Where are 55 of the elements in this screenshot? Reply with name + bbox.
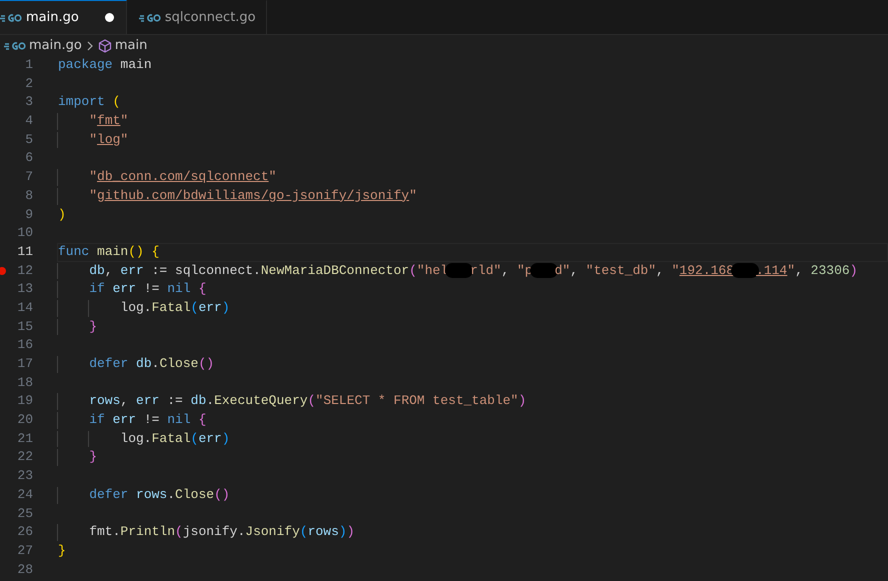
- line-number: 22: [16, 448, 33, 466]
- code-line: import (: [57, 93, 122, 112]
- code-line: rows, err := db.ExecuteQuery("SELECT * FROM test_table"): [57, 392, 888, 412]
- code-line: "log": [57, 130, 888, 150]
- line-number: 16: [16, 336, 33, 354]
- line-number: 13: [16, 280, 33, 298]
- line-number: 12: [16, 262, 33, 280]
- code-line: log.Fatal(err): [57, 298, 888, 318]
- code-line: "github.com/bdwilliams/go-jsonify/jsonify": [57, 186, 888, 206]
- code-line: ): [57, 206, 67, 224]
- line-number: 15: [16, 318, 33, 336]
- line-number: 10: [16, 224, 33, 242]
- breakpoint-dot[interactable]: [0, 266, 6, 275]
- line-number: 11: [16, 242, 33, 261]
- go-file-icon: [4, 40, 26, 50]
- line-number: 8: [24, 186, 33, 205]
- line-number: 4: [24, 112, 33, 130]
- line-number: 1: [24, 56, 33, 74]
- code-line: fmt.Println(jsonify.Jsonify(rows)): [57, 523, 888, 542]
- line-number: 14: [16, 298, 33, 317]
- line-number: 23: [16, 467, 33, 486]
- line-number: 20: [16, 411, 33, 430]
- go-file-icon: [138, 12, 161, 22]
- line-number: 27: [16, 542, 33, 560]
- code-line: defer db.Close(): [57, 355, 888, 374]
- line-number: 18: [16, 374, 33, 392]
- code-line: }: [57, 542, 67, 560]
- cube-icon: [98, 38, 112, 52]
- line-number: 25: [16, 504, 33, 522]
- line-number: 21: [16, 430, 33, 448]
- line-number: 5: [24, 130, 33, 149]
- line-number: 24: [16, 486, 33, 504]
- code-line: package main: [57, 56, 153, 74]
- code-line: }: [57, 448, 888, 468]
- line-number: 7: [24, 168, 33, 186]
- code-line: }: [57, 318, 888, 336]
- code-line: "fmt": [57, 112, 888, 131]
- chevron-icon: [86, 40, 94, 50]
- breadcrumb-item[interactable]: main: [114, 38, 148, 53]
- line-number: 19: [16, 392, 33, 410]
- code-line: log.Fatal(err): [57, 430, 888, 448]
- go-file-icon: [0, 12, 22, 22]
- editor-tab[interactable]: main.go: [0, 0, 127, 34]
- line-number: 26: [16, 523, 33, 542]
- code-line: if err != nil {: [57, 411, 888, 430]
- code-line: defer rows.Close(): [57, 486, 888, 504]
- line-number: 17: [16, 355, 33, 373]
- line-number: 3: [24, 93, 33, 112]
- code-line: "db_conn.com/sqlconnect": [57, 168, 888, 187]
- code-line: if err != nil {: [57, 280, 888, 299]
- line-number: 28: [16, 560, 33, 579]
- line-number: 6: [24, 149, 33, 168]
- line-number: 9: [24, 206, 33, 224]
- breadcrumb-item[interactable]: main.go: [29, 38, 82, 53]
- line-number: 2: [24, 74, 33, 93]
